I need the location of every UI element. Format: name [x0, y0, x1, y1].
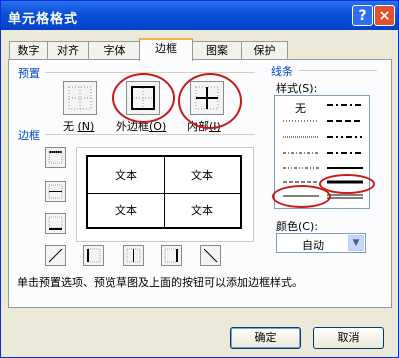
title-bar[interactable]: 单元格格式 ? × [1, 1, 398, 30]
color-label: 颜色(C): [276, 220, 318, 233]
annotation-oval-outline [112, 73, 175, 123]
presets-section-label: 预置 [18, 67, 40, 80]
preview-inside-horizontal-line [88, 193, 240, 194]
preset-none-label: 无 (N) [63, 120, 95, 133]
border-section-label: 边框 [18, 129, 40, 142]
annotation-oval-thin-line [272, 185, 331, 208]
border-bottom-button[interactable] [45, 213, 66, 234]
line-divider [299, 70, 377, 71]
tab-patterns[interactable]: 图案 [192, 41, 242, 60]
border-diagonal-down-icon [203, 248, 218, 263]
border-inside-horizontal-button[interactable] [45, 181, 66, 202]
color-dropdown[interactable]: 自动 ▼ [276, 233, 366, 253]
border-inside-vertical-icon [126, 248, 141, 263]
close-button[interactable]: × [374, 5, 395, 26]
tab-alignment[interactable]: 对齐 [47, 41, 89, 60]
preview-cell: 文本 [191, 169, 213, 182]
border-diagonal-up-button[interactable] [45, 245, 66, 266]
border-inside-horizontal-icon [48, 184, 63, 199]
border-inside-vertical-button[interactable] [123, 245, 144, 266]
annotation-oval-inside [178, 73, 242, 129]
border-bottom-icon [48, 216, 63, 230]
format-cells-dialog: 单元格格式 ? × 数字 对齐 字体 边框 图案 保护 预置 无 (N) 外边框… [0, 0, 399, 358]
line-section-label: 线条 [271, 65, 293, 78]
window-title: 单元格格式 [8, 12, 79, 27]
border-right-icon [164, 248, 178, 263]
line-style-label: 样式(S): [276, 82, 318, 95]
tab-number[interactable]: 数字 [9, 41, 48, 60]
preset-none-button[interactable] [63, 81, 97, 115]
hint-text: 单击预置选项、预览草图及上面的按钮可以添加边框样式。 [17, 276, 303, 289]
preview-cell: 文本 [191, 204, 213, 217]
tab-protection[interactable]: 保护 [241, 41, 288, 60]
tab-border[interactable]: 边框 [139, 38, 193, 61]
preview-table[interactable]: 文本 文本 文本 文本 [86, 155, 242, 229]
border-right-button[interactable] [161, 245, 182, 266]
preview-cell: 文本 [115, 169, 137, 182]
border-left-button[interactable] [83, 245, 104, 266]
help-button[interactable]: ? [352, 5, 373, 26]
border-top-icon [48, 151, 63, 164]
preset-none-icon [68, 86, 92, 110]
border-divider [45, 134, 255, 135]
color-value: 自动 [302, 239, 324, 252]
border-left-icon [87, 248, 101, 263]
border-diagonal-up-icon [48, 248, 63, 263]
tab-font[interactable]: 字体 [88, 41, 141, 60]
chevron-down-icon[interactable]: ▼ [348, 235, 364, 251]
border-diagonal-down-button[interactable] [200, 245, 221, 266]
ok-button[interactable]: 确定 [230, 327, 301, 349]
preview-cell: 文本 [115, 204, 137, 217]
preview-inside-vertical-line [164, 157, 165, 227]
border-top-button[interactable] [45, 147, 66, 168]
cancel-button[interactable]: 取消 [313, 327, 384, 349]
